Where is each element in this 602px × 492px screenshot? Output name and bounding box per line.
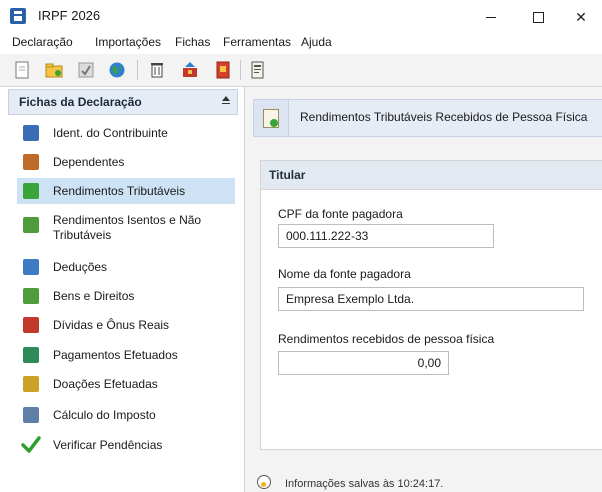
menu-ferramentas[interactable]: Ferramentas [223,35,291,49]
sidebar-item-label: Dependentes [53,155,125,169]
sidebar-item-ident-contribuinte[interactable]: Ident. do Contribuinte [17,120,235,146]
sidebar-item-pagamentos[interactable]: Pagamentos Efetuados [17,342,235,368]
section-header: Rendimentos Tributáveis Recebidos de Pes… [253,99,602,137]
assets-icon [23,288,39,304]
sidebar-item-label: Ident. do Contribuinte [53,126,168,140]
sidebar-item-deducoes[interactable]: Deduções [17,254,235,280]
titular-group: Titular CPF da fonte pagadora 000.111.22… [260,160,602,450]
donation-icon [23,376,39,392]
minimize-button[interactable] [470,0,514,34]
sidebar-item-rendimentos-isentos[interactable]: Rendimentos Isentos e Não Tributáveis [17,213,235,246]
sidebar-item-verificar-pendencias[interactable]: Verificar Pendências [17,432,235,458]
app-window: IRPF 2026 ✕ Declaração Importações Ficha… [0,0,602,492]
receipt-icon[interactable] [248,61,266,79]
group-header: Titular [261,161,602,190]
toolbar-separator [240,60,241,80]
new-file-icon[interactable] [13,61,31,79]
sidebar-title: Fichas da Declaração [19,95,142,109]
person-icon [23,125,39,141]
page-title: Rendimentos Tributáveis Recebidos de Pes… [300,110,588,124]
people-icon [23,154,39,170]
sidebar-header: Fichas da Declaração [8,89,238,115]
sidebar-item-label: Bens e Direitos [53,289,135,303]
app-logo-icon [10,8,26,24]
close-button[interactable]: ✕ [559,0,602,34]
document-coin-icon [254,100,289,136]
status-bar: Informações salvas às 10:24:17. [255,472,602,492]
payments-icon [23,347,39,363]
open-folder-icon[interactable] [45,61,63,79]
sidebar-item-rendimentos-tributaveis[interactable]: Rendimentos Tributáveis [17,178,235,204]
sidebar-item-bens-direitos[interactable]: Bens e Direitos [17,283,235,309]
menu-fichas[interactable]: Fichas [175,35,210,49]
close-icon: ✕ [575,9,587,25]
print-icon[interactable] [214,61,232,79]
group-title: Titular [269,168,306,182]
rendimentos-field[interactable]: 0,00 [278,351,449,375]
sidebar-item-label: Cálculo do Imposto [53,408,156,422]
sidebar-item-label: Verificar Pendências [53,438,163,452]
main-panel: Rendimentos Tributáveis Recebidos de Pes… [245,87,602,492]
document-plus-icon [23,217,39,233]
sidebar-item-doacoes[interactable]: Doações Efetuadas [17,371,235,397]
menu-bar: Declaração Importações Fichas Ferramenta… [0,34,602,54]
status-text: Informações salvas às 10:24:17. [285,478,444,490]
trash-icon[interactable] [148,61,166,79]
window-title: IRPF 2026 [38,8,101,23]
title-bar: IRPF 2026 ✕ [0,0,602,34]
deductions-icon [23,259,39,275]
checkmark-icon [21,435,41,455]
globe-icon[interactable] [108,61,126,79]
sidebar-item-label: Doações Efetuadas [53,377,158,391]
toolbar [0,54,602,87]
collapse-icon[interactable] [221,95,231,107]
cpf-field[interactable]: 000.111.222-33 [278,224,494,248]
sidebar-item-calculo-imposto[interactable]: Cálculo do Imposto [17,402,235,428]
debt-icon [23,317,39,333]
sidebar-item-dividas-onus[interactable]: Dívidas e Ônus Reais [17,312,235,338]
sidebar-item-dependentes[interactable]: Dependentes [17,149,235,175]
calculator-icon [23,407,39,423]
nome-field[interactable]: Empresa Exemplo Ltda. [278,287,584,311]
menu-importacoes[interactable]: Importações [95,35,161,49]
info-icon [257,475,271,489]
sidebar-item-label: Deduções [53,260,108,274]
toolbar-separator [137,60,138,80]
checklist-icon[interactable] [77,61,95,79]
menu-ajuda[interactable]: Ajuda [301,35,332,49]
minimize-icon [486,17,496,18]
menu-declaracao[interactable]: Declaração [12,35,73,49]
sidebar-item-label: Rendimentos Isentos e Não Tributáveis [53,213,202,242]
transmit-icon[interactable] [181,61,199,79]
maximize-icon [533,12,544,23]
document-coin-icon [23,183,39,199]
cpf-label: CPF da fonte pagadora [278,207,403,221]
rendimentos-label: Rendimentos recebidos de pessoa física [278,332,495,346]
sidebar-item-label: Pagamentos Efetuados [53,348,178,362]
sidebar-item-label: Rendimentos Tributáveis [53,184,186,198]
sidebar-item-label: Dívidas e Ônus Reais [53,318,170,332]
sidebar: Fichas da Declaração Ident. do Contribui… [0,87,245,492]
maximize-button[interactable] [517,0,561,34]
nome-label: Nome da fonte pagadora [278,267,411,281]
